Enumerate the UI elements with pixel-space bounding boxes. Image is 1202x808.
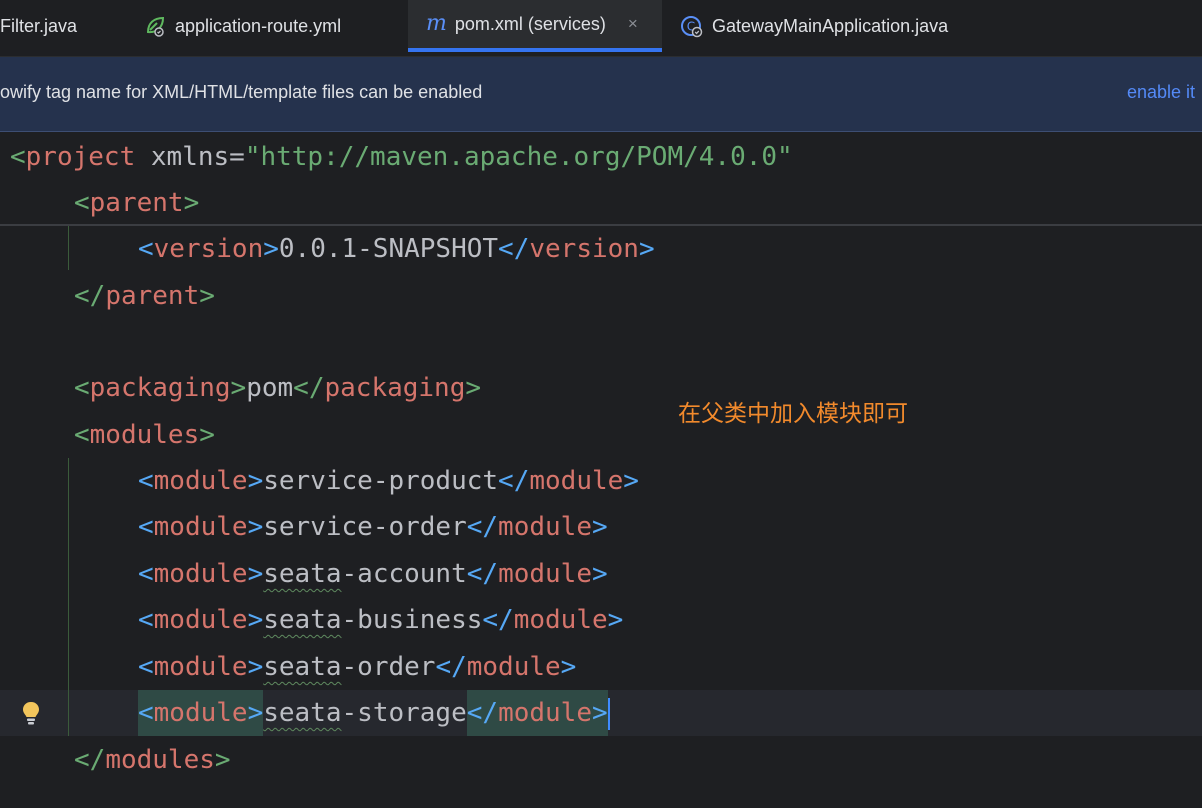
code-line-module: <module>service-order</module> <box>138 512 608 542</box>
code-line-parent-close: </parent> <box>74 281 215 311</box>
ide-window: Filter.java application-route.yml m pom.… <box>0 0 1202 808</box>
text-caret <box>607 697 610 730</box>
typo-underline: seata <box>263 605 342 635</box>
tab-label: application-route.yml <box>175 15 342 36</box>
tab-filter-java[interactable]: Filter.java <box>0 0 128 52</box>
tab-label: Filter.java <box>0 15 78 36</box>
tab-gateway-main-application[interactable]: C GatewayMainApplication.java <box>680 0 948 52</box>
lightbulb-icon[interactable] <box>20 700 42 733</box>
tab-pom-xml[interactable]: m pom.xml (services) × <box>408 0 662 52</box>
close-icon[interactable]: × <box>628 14 638 34</box>
notification-banner: owify tag name for XML/HTML/template fil… <box>0 57 1202 132</box>
code-line-version: <version>0.0.1-SNAPSHOT</version> <box>138 234 655 264</box>
spring-class-icon: C <box>680 14 704 38</box>
tab-label: pom.xml (services) <box>454 13 606 34</box>
sticky-lines-panel: <project xmlns="http://maven.apache.org/… <box>0 132 1202 226</box>
code-line-modules-close: </modules> <box>74 745 231 775</box>
code-line-module-current: <module>seata-storage</module> <box>138 690 610 736</box>
code-line-module: <module>seata-order</module> <box>138 652 577 682</box>
code-line-packaging: <packaging>pom</packaging> <box>74 373 482 403</box>
tab-application-route-yml[interactable]: application-route.yml <box>143 0 341 52</box>
enable-link[interactable]: enable it <box>1127 82 1195 103</box>
matched-tag-highlight: </module> <box>466 690 608 736</box>
code-line-parent-open: <parent> <box>74 188 200 218</box>
code-line-modules-open: <modules> <box>74 420 215 450</box>
indent-guide <box>68 458 69 736</box>
code-line-module: <module>seata-account</module> <box>138 559 608 589</box>
typo-underline: seata <box>263 652 342 682</box>
code-editor[interactable]: <project xmlns="http://maven.apache.org/… <box>0 132 1202 808</box>
typo-underline: seata <box>263 698 342 728</box>
tab-label: GatewayMainApplication.java <box>712 15 949 36</box>
annotation-note: 在父类中加入模块即可 <box>678 401 908 427</box>
maven-icon: m <box>426 11 447 36</box>
code-line-project: <project xmlns="http://maven.apache.org/… <box>10 142 793 172</box>
yaml-spring-icon <box>143 14 167 38</box>
indent-guide <box>68 224 69 270</box>
banner-message: owify tag name for XML/HTML/template fil… <box>0 82 483 102</box>
typo-underline: seata <box>263 559 342 589</box>
matched-tag-highlight: <module> <box>138 690 264 736</box>
code-line-module: <module>seata-business</module> <box>138 605 624 635</box>
editor-tab-bar: Filter.java application-route.yml m pom.… <box>0 0 1202 57</box>
code-line-module: <module>service-product</module> <box>138 466 639 496</box>
